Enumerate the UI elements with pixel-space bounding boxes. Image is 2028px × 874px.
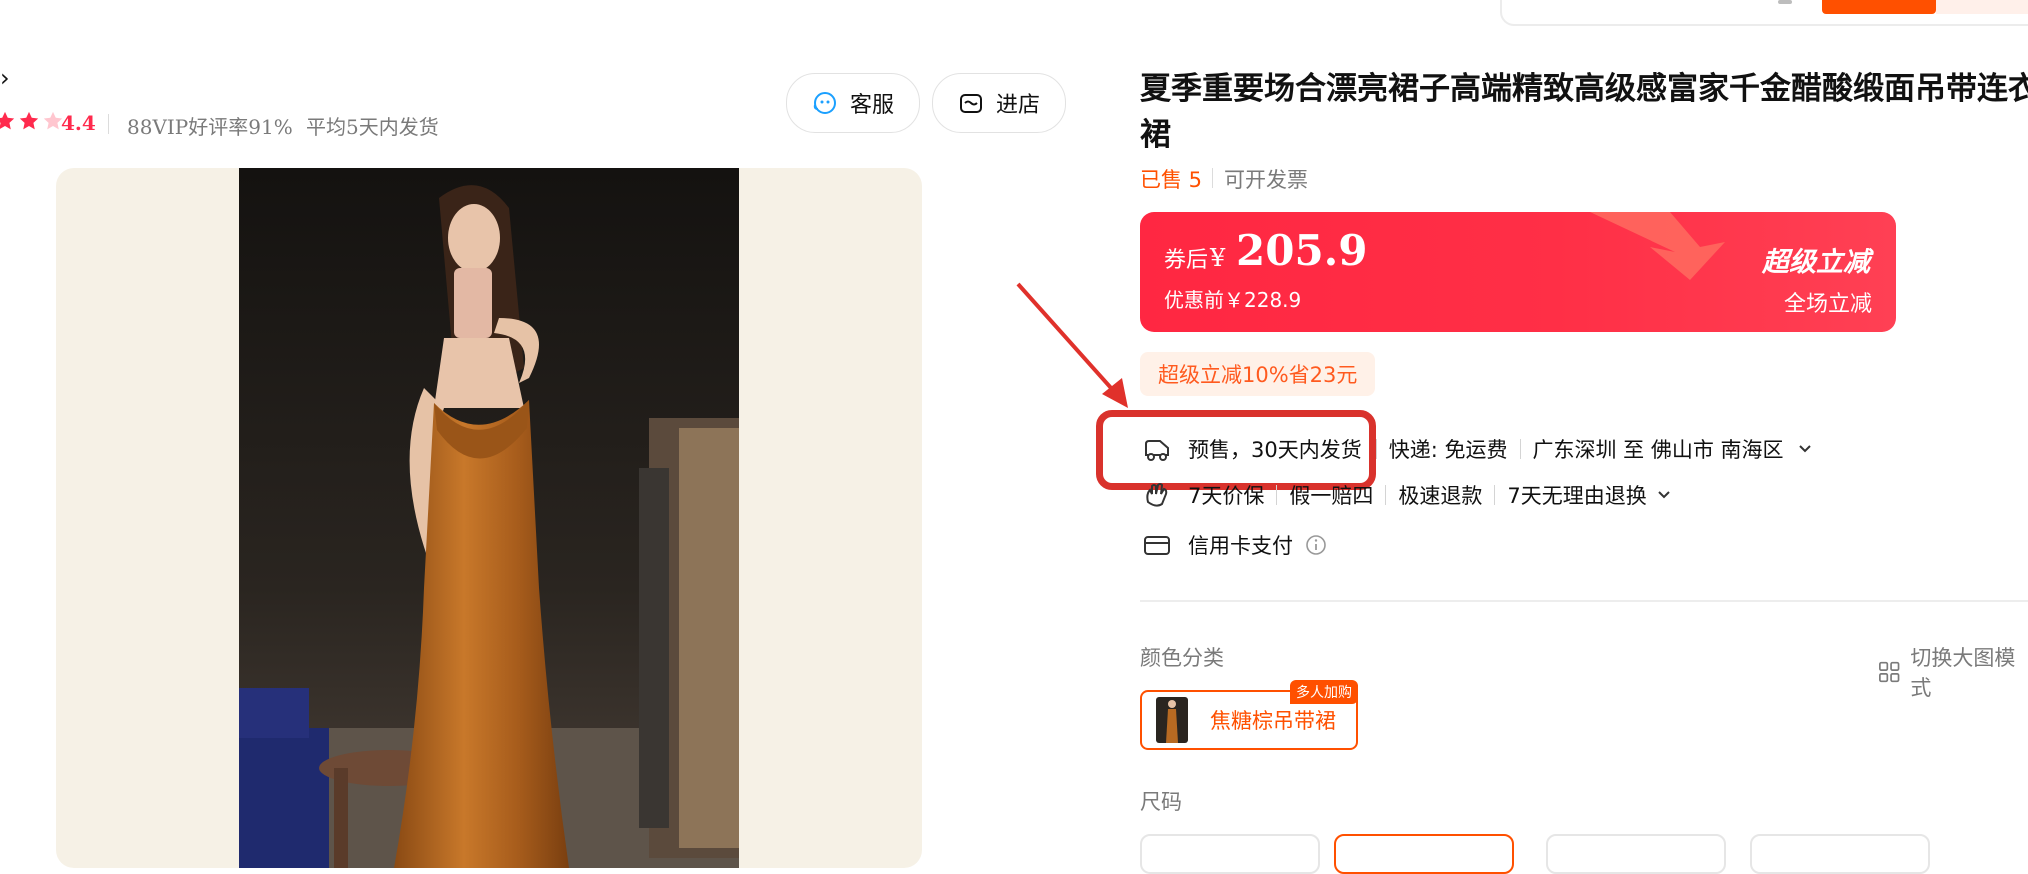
enter-store-button[interactable]: 进店 (932, 73, 1066, 133)
credit-card-icon (1144, 536, 1170, 555)
sku-thumbnail-image (1156, 697, 1188, 743)
product-title: 夏季重要场合漂亮裙子高端精致高级感富家千金醋酸缎面吊带连衣 裙 (1140, 66, 2028, 158)
customer-service-label: 客服 (849, 93, 894, 118)
payment-row[interactable]: 信用卡支付 (1142, 530, 1327, 560)
invoice-available: 可开发票 (1224, 168, 1308, 192)
sku-label: 焦糖棕吊带裙 (1210, 709, 1336, 733)
divider (1212, 168, 1213, 188)
store-chevron-icon[interactable]: › (0, 64, 10, 92)
promo-arrow-decoration (1590, 212, 1725, 280)
sku-thumbnail (1156, 697, 1188, 743)
divider (1494, 485, 1496, 505)
divider (1519, 439, 1521, 459)
enter-store-label: 进店 (995, 93, 1040, 118)
vip-good-rate: 88VIP好评率91% (127, 115, 293, 139)
guarantee-item: 极速退款 (1398, 484, 1483, 508)
product-title-line-2: 裙 (1140, 117, 1171, 153)
customer-service-icon (813, 92, 836, 114)
grid-icon (1879, 661, 1900, 683)
price-before-discount: 优惠前￥228.9 (1164, 288, 1302, 312)
store-icon (959, 94, 982, 113)
guarantee-item: 7天无理由退换 (1507, 484, 1647, 508)
switch-view-button[interactable]: 切换大图模式 (1878, 642, 2028, 702)
product-title-line-1: 夏季重要场合漂亮裙子高端精致高级感富家千金醋酸缎面吊带连衣 (1140, 71, 2028, 107)
switch-view-label: 切换大图模式 (1910, 646, 2016, 700)
currency-symbol: ¥ (1210, 244, 1226, 272)
popular-badge: 多人加购 (1290, 680, 1358, 704)
hand-guarantee-icon (1146, 483, 1168, 507)
chevron-down-icon[interactable] (1655, 486, 1673, 504)
divider (108, 114, 109, 134)
store-wide-discount: 全场立减 (1783, 292, 1872, 317)
annotation-arrow-icon (1016, 282, 1128, 408)
super-discount-title: 超级立减 (1762, 247, 1870, 278)
star-icon (0, 111, 15, 130)
credit-card-payment: 信用卡支付 (1188, 534, 1293, 558)
store-rating: 4.4 (61, 111, 96, 135)
camera-icon[interactable] (1778, 0, 1792, 4)
search-button[interactable] (1822, 0, 1936, 14)
promo-tag[interactable]: 超级立减10%省23元 (1140, 352, 1376, 396)
guarantee-item: 7天价保 (1188, 484, 1265, 508)
product-photo-illustration (239, 168, 739, 868)
info-icon[interactable] (1305, 534, 1327, 556)
chevron-down-icon[interactable] (1796, 440, 1814, 458)
customer-service-button[interactable]: 客服 (786, 73, 920, 133)
product-image-panel[interactable] (56, 168, 922, 868)
shipping-average: 平均5天内发货 (306, 115, 439, 139)
product-photo (239, 168, 739, 868)
size-option[interactable] (1750, 834, 1930, 874)
size-option[interactable] (1140, 834, 1320, 874)
color-section-label: 颜色分类 (1140, 646, 1224, 670)
sold-count: 已售 5 (1140, 168, 1203, 192)
coupon-price: 205.9 (1236, 226, 1368, 275)
star-icon (19, 111, 39, 130)
price-banner: 券后 ¥ 205.9 优惠前￥228.9 超级立减 全场立减 (1140, 212, 1896, 332)
guarantee-row[interactable]: 7天价保 假一赔四 极速退款 7天无理由退换 (1142, 480, 1673, 510)
size-option[interactable] (1546, 834, 1726, 874)
store-rating-stars (0, 110, 64, 132)
divider (1276, 485, 1278, 505)
guarantee-item: 假一赔四 (1289, 484, 1374, 508)
size-option-selected[interactable] (1334, 834, 1514, 874)
express-free-shipping: 快递: 免运费 (1388, 438, 1508, 462)
divider (1385, 485, 1387, 505)
section-divider (1140, 600, 2028, 602)
size-section-label: 尺码 (1140, 790, 1182, 814)
shipping-route: 广东深圳 至 佛山市 南海区 (1532, 438, 1784, 462)
annotation-highlight-box (1096, 410, 1376, 490)
shop-search-button[interactable] (1936, 0, 2028, 14)
after-coupon-label: 券后 (1164, 248, 1209, 273)
